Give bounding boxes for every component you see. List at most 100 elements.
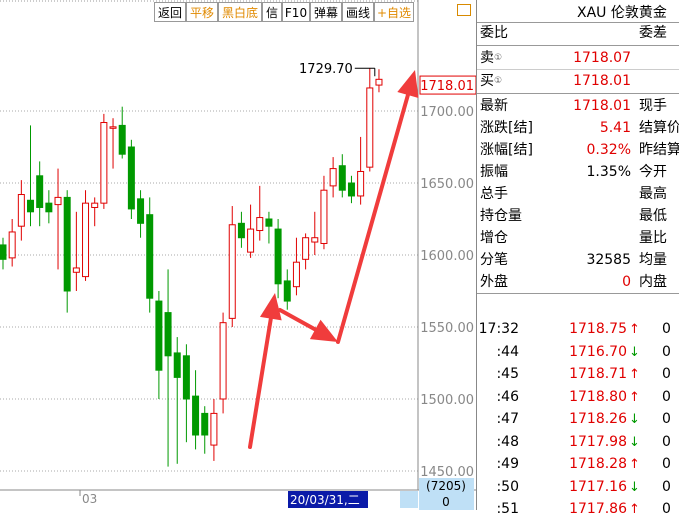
tick-price: 1718.80 <box>569 388 627 405</box>
tick-row: :46 1718.80 ↑ 0 <box>477 386 679 409</box>
candle-body <box>357 170 365 197</box>
stat-row-latest: 最新 1718.01 现手 <box>477 95 679 117</box>
stat-value: 0.32% <box>586 142 631 158</box>
stat-right-label: 最高 <box>639 186 667 202</box>
tick-row: :44 1716.70 ↓ 0 <box>477 341 679 364</box>
tick-price: 1717.16 <box>569 478 627 495</box>
danmaku-button[interactable]: 弹幕 <box>310 2 342 22</box>
info-button[interactable]: 信 <box>262 2 282 22</box>
volume-label: (7205) <box>426 479 466 493</box>
instrument-title: XAU 伦敦黄金 <box>577 5 667 21</box>
candle-body <box>311 237 319 243</box>
stat-label: 增仓 <box>480 230 508 246</box>
candle-body <box>63 196 71 292</box>
tick-price: 1718.26 <box>569 411 627 427</box>
f10-button[interactable]: F10 <box>282 2 310 22</box>
candle-body <box>182 355 190 400</box>
diff-label: 委差 <box>639 25 667 41</box>
buy-row: 买① 1718.01 <box>477 70 679 92</box>
candle-body <box>164 312 172 357</box>
candle-body <box>8 231 16 259</box>
stat-label: 涨幅[结] <box>480 142 533 158</box>
stat-value: 32585 <box>586 252 631 268</box>
y-tick-label: 1650.00 <box>420 177 474 192</box>
candle-body <box>82 202 90 278</box>
quote-panel: XAU 伦敦黄金 委比 委差 卖① 1718.07 买① 1718.01 最新 1… <box>476 0 679 517</box>
candle-body <box>274 228 282 285</box>
tick-row: :50 1717.16 ↓ 0 <box>477 476 679 499</box>
arrow-down-icon: ↓ <box>629 344 640 360</box>
stat-label: 涨跌[结] <box>480 120 533 136</box>
back-button[interactable]: 返回 <box>154 2 186 22</box>
tick-volume: 0 <box>662 433 671 450</box>
stat-value: 5.41 <box>599 120 631 136</box>
candle-body <box>265 218 273 227</box>
ratio-row: 委比 委差 <box>477 22 679 44</box>
pan-button[interactable]: 平移 <box>186 2 218 22</box>
stat-label: 持仓量 <box>480 208 522 224</box>
stat-right-label: 昨结算 <box>639 142 679 158</box>
stat-right-label: 今开 <box>639 164 667 180</box>
circle-1-icon: ① <box>494 76 503 86</box>
stat-row-change: 涨跌[结] 5.41 结算价 <box>477 117 679 139</box>
arrow-down-icon: ↓ <box>629 434 640 450</box>
stat-row-ticks-count: 分笔 32585 均量 <box>477 249 679 271</box>
arrow-up-icon: ↑ <box>629 457 640 472</box>
stat-right-label: 最低 <box>639 208 667 224</box>
candle-body <box>137 198 145 224</box>
stat-value: 0 <box>622 274 631 290</box>
stat-value: 1.35% <box>586 164 631 180</box>
stat-right-label: 现手 <box>639 98 667 114</box>
sell-label: 卖 <box>480 50 494 66</box>
candle-body <box>329 168 337 187</box>
stat-right-label: 结算价 <box>639 120 679 136</box>
tick-time: :50 <box>496 478 519 495</box>
candle-body <box>173 352 181 378</box>
window-toggle-icon[interactable] <box>457 4 471 16</box>
candle-body <box>192 395 200 436</box>
tick-volume: 0 <box>662 366 671 382</box>
arrow-down-icon: ↓ <box>629 479 640 495</box>
add-watchlist-button[interactable]: +自选 <box>374 2 414 22</box>
stat-right-label: 内盘 <box>639 274 667 290</box>
candle-body <box>347 182 355 197</box>
high-annotation: 1729.70 <box>299 62 353 77</box>
candlestick-chart[interactable]: 1700.00 1650.00 1600.00 1550.00 1500.00 1450.… <box>0 0 476 510</box>
arrow-up-icon: ↑ <box>629 322 640 337</box>
candle-body <box>366 87 374 168</box>
candle-body <box>210 412 218 446</box>
stat-right-label: 均量 <box>639 252 667 268</box>
x-tick-label: 03 <box>82 492 97 506</box>
volume-value: 0 <box>442 495 450 509</box>
stat-row-open-interest: 持仓量 最低 <box>477 205 679 227</box>
tick-volume: 0 <box>662 343 671 360</box>
tick-volume: 0 <box>662 411 671 427</box>
candle-body <box>91 202 99 208</box>
stat-row-amplitude: 振幅 1.35% 今开 <box>477 161 679 183</box>
tick-row: 17:32 1718.75 ↑ 0 <box>477 318 679 341</box>
stat-row-oi-change: 增仓 量比 <box>477 227 679 249</box>
arrow-up-icon: ↑ <box>629 367 640 382</box>
tick-row: :47 1718.26 ↓ 0 <box>477 408 679 431</box>
tick-time: :45 <box>496 366 519 382</box>
tick-volume: 0 <box>662 388 671 405</box>
last-price-label: 1718.01 <box>420 79 474 94</box>
ratio-label: 委比 <box>480 25 508 41</box>
divider <box>477 93 679 94</box>
tick-row: :48 1717.98 ↓ 0 <box>477 431 679 454</box>
tick-price: 1718.75 <box>569 321 627 337</box>
y-tick-label: 1500.00 <box>420 393 474 408</box>
candle-body <box>292 261 300 288</box>
candle-body <box>72 267 80 273</box>
candle-body <box>375 78 383 86</box>
candle-body <box>17 194 25 227</box>
candle-body <box>338 165 346 191</box>
draw-line-button[interactable]: 画线 <box>342 2 374 22</box>
tick-price: 1718.28 <box>569 456 627 472</box>
circle-1-icon: ① <box>494 53 503 63</box>
tick-time: :46 <box>496 388 519 405</box>
tick-time: :49 <box>496 456 519 472</box>
tick-time: :44 <box>496 343 519 360</box>
black-white-button[interactable]: 黑白底 <box>218 2 262 22</box>
candle-body <box>27 199 35 213</box>
